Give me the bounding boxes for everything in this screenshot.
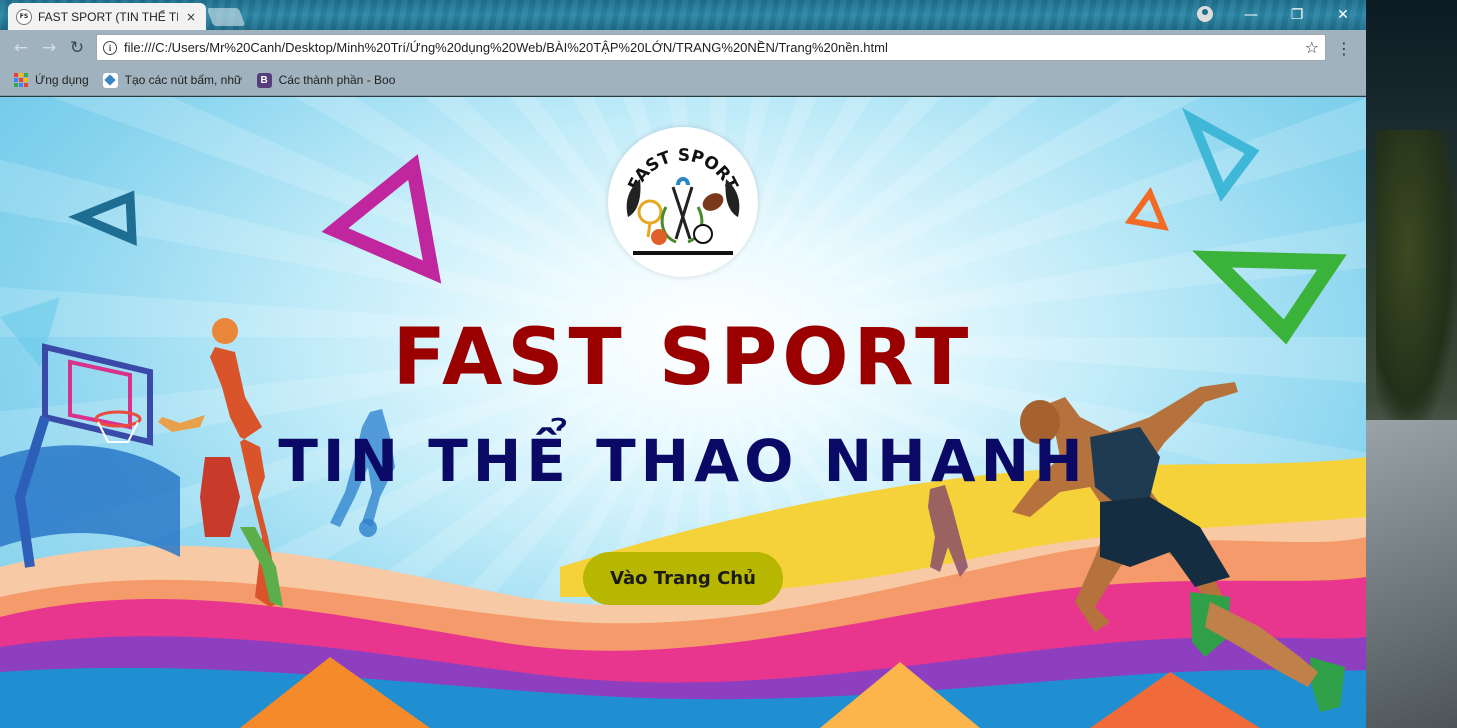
tab-close-icon[interactable]: × [184,10,198,24]
wallpaper-rocks [1366,420,1457,728]
browser-toolbar: ← → ↻ i file:///C:/Users/Mr%20Canh/Deskt… [0,30,1366,65]
maximize-button[interactable]: ❐ [1274,0,1320,30]
active-tab[interactable]: FS FAST SPORT (TIN THỂ TH × [8,3,206,30]
title-bar: FS FAST SPORT (TIN THỂ TH × — ❐ ✕ [0,0,1366,30]
bats-icon [671,186,692,240]
soccer-ball-icon [359,519,377,537]
fast-sport-logo: FAST SPORT [608,127,758,277]
logo-text: FAST SPORT [624,146,741,195]
bookmark-item-buttons[interactable]: Tạo các nút bấm, nhữ [102,72,243,88]
tab-title: FAST SPORT (TIN THỂ TH [38,9,178,24]
bookmark-star-icon[interactable]: ☆ [1305,38,1319,57]
page-viewport: FAST SPORT FAST SPORT TIN THỂ THAO NHANH… [0,97,1366,728]
bookmark-apps-label: Ứng dụng [35,73,89,87]
forward-arrow-icon[interactable]: → [38,37,60,59]
tab-favicon-icon: FS [16,8,32,25]
triangle-magenta [321,154,442,284]
desktop-wallpaper [1366,0,1457,728]
back-arrow-icon[interactable]: ← [10,37,32,59]
bookmark-apps[interactable]: Ứng dụng [14,73,89,87]
logo-underline [633,251,733,255]
page-title: FAST SPORT [392,313,974,403]
triangle-orange [1124,186,1169,231]
tennis-racket-icon [637,199,663,225]
triangle-cyan [1181,107,1260,203]
reload-icon[interactable]: ↻ [66,37,88,59]
browser-menu-icon[interactable]: ⋮ [1336,37,1352,59]
bookmark-item-label: Các thành phần - Boo [278,73,396,87]
account-icon[interactable] [1197,6,1213,22]
address-bar[interactable]: i file:///C:/Users/Mr%20Canh/Desktop/Min… [96,34,1326,61]
new-tab-button[interactable] [206,8,246,26]
bookmarks-bar: Ứng dụng Tạo các nút bấm, nhữ B Các thàn… [0,65,1366,96]
bookmark-site-icon [102,72,118,88]
bootstrap-icon: B [256,72,272,88]
browser-window: FS FAST SPORT (TIN THỂ TH × — ❐ ✕ ← → ↻ … [0,0,1366,728]
bookmark-item-bootstrap[interactable]: B Các thành phần - Boo [256,72,397,88]
basketball-small-icon [651,229,667,245]
wallpaper-trees [1376,130,1457,430]
page-info-icon[interactable]: i [103,40,117,55]
football-icon [702,193,724,211]
address-url[interactable]: file:///C:/Users/Mr%20Canh/Desktop/Minh%… [124,40,888,55]
close-window-button[interactable]: ✕ [1320,0,1366,30]
soccer-ball-small-icon [693,224,713,244]
go-to-home-button[interactable]: Vào Trang Chủ [583,552,783,605]
triangle-blue-small [68,190,137,246]
page-subtitle: TIN THỂ THAO NHANH [278,427,1088,495]
bookmark-item-label: Tạo các nút bấm, nhữ [124,73,243,87]
minimize-button[interactable]: — [1228,0,1274,30]
apps-grid-icon [14,73,28,87]
